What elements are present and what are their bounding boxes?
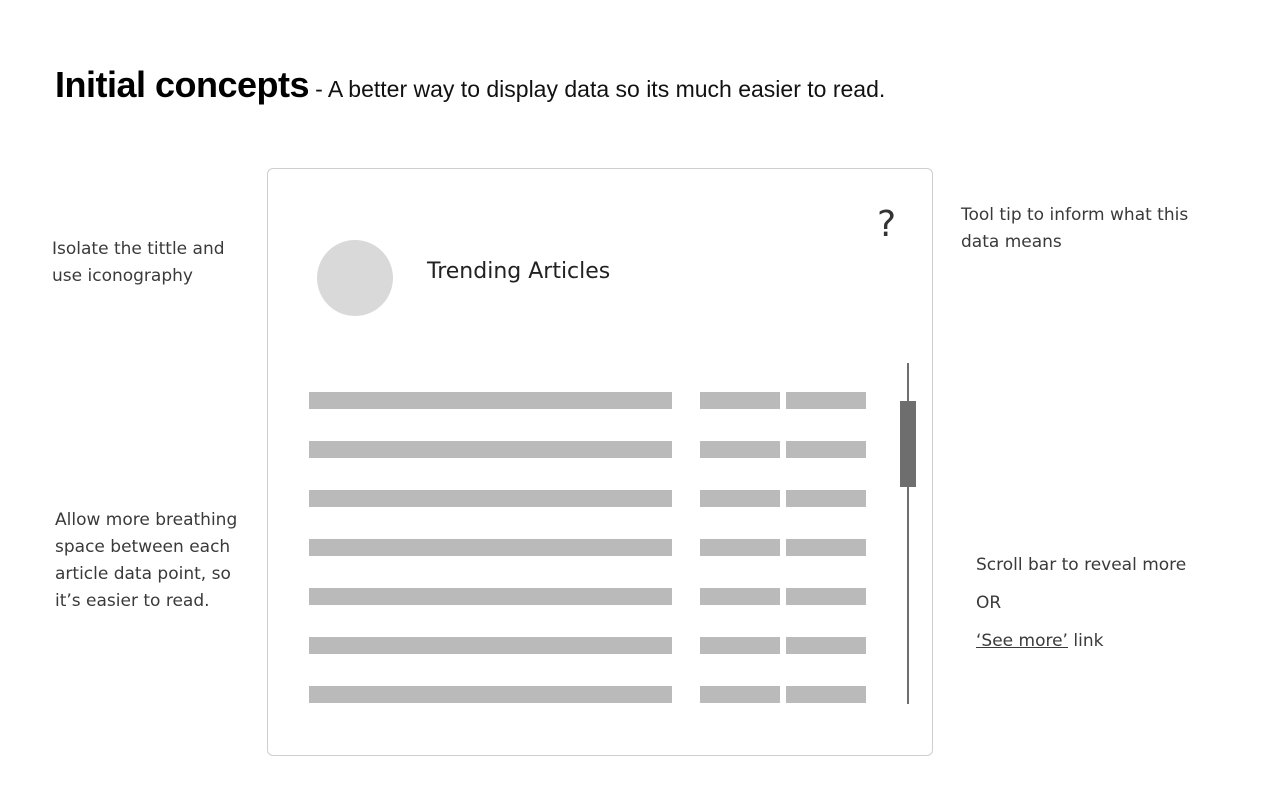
article-list xyxy=(309,392,869,735)
page-title: Initial concepts xyxy=(55,64,310,105)
page-header: Initial concepts - A better way to displa… xyxy=(55,64,885,106)
article-metric-placeholder xyxy=(700,392,780,409)
article-metric-placeholder xyxy=(786,637,866,654)
scroll-note-line-2: OR xyxy=(976,593,1002,613)
article-row[interactable] xyxy=(309,392,869,409)
article-title-placeholder xyxy=(309,686,672,703)
article-metric-placeholder xyxy=(700,490,780,507)
scroll-note-line-1: Scroll bar to reveal more xyxy=(976,555,1187,575)
card-icon-placeholder xyxy=(317,240,393,316)
article-metric-placeholder xyxy=(786,539,866,556)
article-metric-placeholder xyxy=(700,637,780,654)
scroll-note-line-3: ‘See more’ link xyxy=(976,622,1236,660)
see-more-suffix: link xyxy=(1067,631,1104,651)
article-title-placeholder xyxy=(309,441,672,458)
annotation-tooltip-note: Tool tip to inform what this data means xyxy=(961,205,1189,252)
article-metric-placeholder xyxy=(786,686,866,703)
article-metric-placeholder xyxy=(700,686,780,703)
scrollbar-thumb[interactable] xyxy=(900,401,916,487)
article-metric-placeholder xyxy=(700,588,780,605)
article-title-placeholder xyxy=(309,392,672,409)
article-row[interactable] xyxy=(309,490,869,507)
trending-articles-card: Trending Articles ? xyxy=(267,168,933,756)
annotation-title-note: Isolate the tittle and use iconography xyxy=(52,239,225,286)
article-metric-placeholder xyxy=(700,539,780,556)
help-tooltip-icon[interactable]: ? xyxy=(877,207,896,243)
article-row[interactable] xyxy=(309,588,869,605)
annotation-scroll-note: Scroll bar to reveal more OR ‘See more’ … xyxy=(976,546,1236,660)
article-title-placeholder xyxy=(309,588,672,605)
article-metric-placeholder xyxy=(786,392,866,409)
article-title-placeholder xyxy=(309,539,672,556)
page-subtitle: - A better way to display data so its mu… xyxy=(315,76,886,102)
article-title-placeholder xyxy=(309,490,672,507)
card-title: Trending Articles xyxy=(427,259,611,284)
article-row[interactable] xyxy=(309,539,869,556)
article-title-placeholder xyxy=(309,637,672,654)
article-row[interactable] xyxy=(309,637,869,654)
article-metric-placeholder xyxy=(786,490,866,507)
annotation-spacing-note: Allow more breathing space between each … xyxy=(55,510,238,611)
article-row[interactable] xyxy=(309,441,869,458)
article-row[interactable] xyxy=(309,686,869,703)
article-metric-placeholder xyxy=(786,441,866,458)
article-metric-placeholder xyxy=(786,588,866,605)
article-metric-placeholder xyxy=(700,441,780,458)
see-more-link[interactable]: ‘See more’ xyxy=(976,631,1068,651)
